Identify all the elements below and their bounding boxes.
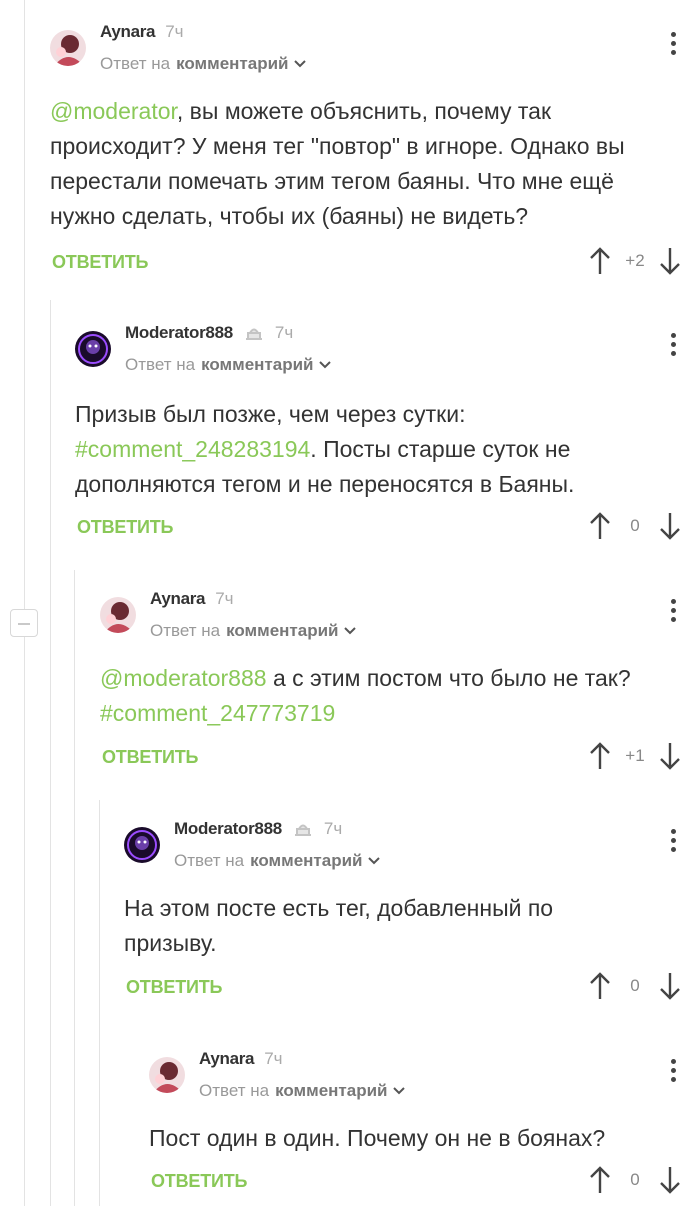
mention-link[interactable]: @moderator (50, 98, 177, 124)
reply-to[interactable]: Ответ на комментарий (199, 1081, 406, 1101)
comment-text: Призыв был позже, чем через сутки: #comm… (75, 401, 575, 497)
avatar[interactable] (124, 827, 160, 863)
vote-controls: +2 (588, 246, 682, 276)
comment-text: @moderator, вы можете объяснить, почему … (50, 98, 625, 229)
collapse-thread-button[interactable] (10, 609, 38, 637)
more-options-icon[interactable] (670, 333, 676, 359)
upvote-icon[interactable] (588, 246, 612, 276)
avatar[interactable] (100, 597, 136, 633)
upvote-icon[interactable] (588, 741, 612, 771)
comment-rating: +2 (625, 251, 645, 270)
comment: Moderator888 7ч Ответ на комментарий При… (75, 323, 700, 551)
thread-line (24, 0, 25, 1206)
avatar[interactable] (75, 331, 111, 367)
comment-text: Пост один в один. Почему он не в боянах? (149, 1125, 606, 1151)
moderator-icon (245, 328, 262, 340)
comment: Moderator888 7ч Ответ на комментарий На … (124, 819, 700, 1017)
comment-text: @moderator888 а с этим постом что было н… (100, 665, 631, 726)
reply-button[interactable]: ОТВЕТИТЬ (126, 977, 222, 998)
reply-to[interactable]: Ответ на комментарий (125, 355, 332, 375)
upvote-icon[interactable] (588, 511, 612, 541)
avatar[interactable] (149, 1057, 185, 1093)
reply-to[interactable]: Ответ на комментарий (174, 851, 381, 871)
reply-button[interactable]: ОТВЕТИТЬ (151, 1171, 247, 1192)
comment-text: На этом посте есть тег, добавленный по п… (124, 895, 554, 956)
reply-button[interactable]: ОТВЕТИТЬ (102, 747, 198, 768)
comment-rating: +1 (625, 746, 645, 765)
comment-rating: 0 (630, 976, 640, 995)
author-name[interactable]: Moderator888 (174, 819, 282, 839)
upvote-icon[interactable] (588, 971, 612, 1001)
author-name[interactable]: Moderator888 (125, 323, 233, 343)
chevron-down-icon (294, 60, 307, 68)
thread-line (50, 300, 51, 1206)
comment-time: 7ч (165, 22, 184, 41)
chevron-down-icon (344, 627, 357, 635)
author-name[interactable]: Aynara (150, 589, 206, 609)
author-name[interactable]: Aynara (100, 22, 156, 42)
comment-link[interactable]: #comment_247773719 (100, 700, 335, 726)
avatar[interactable] (50, 30, 86, 66)
more-options-icon[interactable] (670, 32, 676, 58)
more-options-icon[interactable] (670, 599, 676, 625)
comment-time: 7ч (323, 819, 343, 838)
chevron-down-icon (393, 1087, 406, 1095)
vote-controls: +1 (588, 741, 682, 771)
moderator-icon (294, 824, 311, 836)
comment: Aynara 7ч Ответ на комментарий @moderato… (100, 589, 700, 787)
comment: Aynara 7ч Ответ на комментарий Пост один… (149, 1049, 700, 1206)
thread-line (74, 570, 75, 1206)
vote-controls: 0 (588, 971, 682, 1001)
downvote-icon[interactable] (658, 246, 682, 276)
downvote-icon[interactable] (658, 971, 682, 1001)
comment: Aynara 7ч Ответ на комментарий @moderato… (50, 22, 700, 280)
comment-time: 7ч (274, 323, 294, 342)
comment-link[interactable]: #comment_248283194 (75, 436, 310, 462)
reply-button[interactable]: ОТВЕТИТЬ (52, 252, 148, 273)
more-options-icon[interactable] (670, 829, 676, 855)
reply-button[interactable]: ОТВЕТИТЬ (77, 517, 173, 538)
downvote-icon[interactable] (658, 511, 682, 541)
comment-rating: 0 (630, 1170, 640, 1189)
comment-rating: 0 (630, 516, 640, 535)
mention-link[interactable]: @moderator888 (100, 665, 267, 691)
upvote-icon[interactable] (588, 1165, 612, 1195)
author-name[interactable]: Aynara (199, 1049, 255, 1069)
downvote-icon[interactable] (658, 741, 682, 771)
chevron-down-icon (319, 361, 332, 369)
vote-controls: 0 (588, 1165, 682, 1195)
more-options-icon[interactable] (670, 1059, 676, 1085)
comment-time: 7ч (264, 1049, 283, 1068)
comment-time: 7ч (215, 589, 234, 608)
vote-controls: 0 (588, 511, 682, 541)
chevron-down-icon (368, 857, 381, 865)
thread-line (99, 800, 100, 1206)
reply-to[interactable]: Ответ на комментарий (100, 54, 307, 74)
downvote-icon[interactable] (658, 1165, 682, 1195)
reply-to[interactable]: Ответ на комментарий (150, 621, 357, 641)
